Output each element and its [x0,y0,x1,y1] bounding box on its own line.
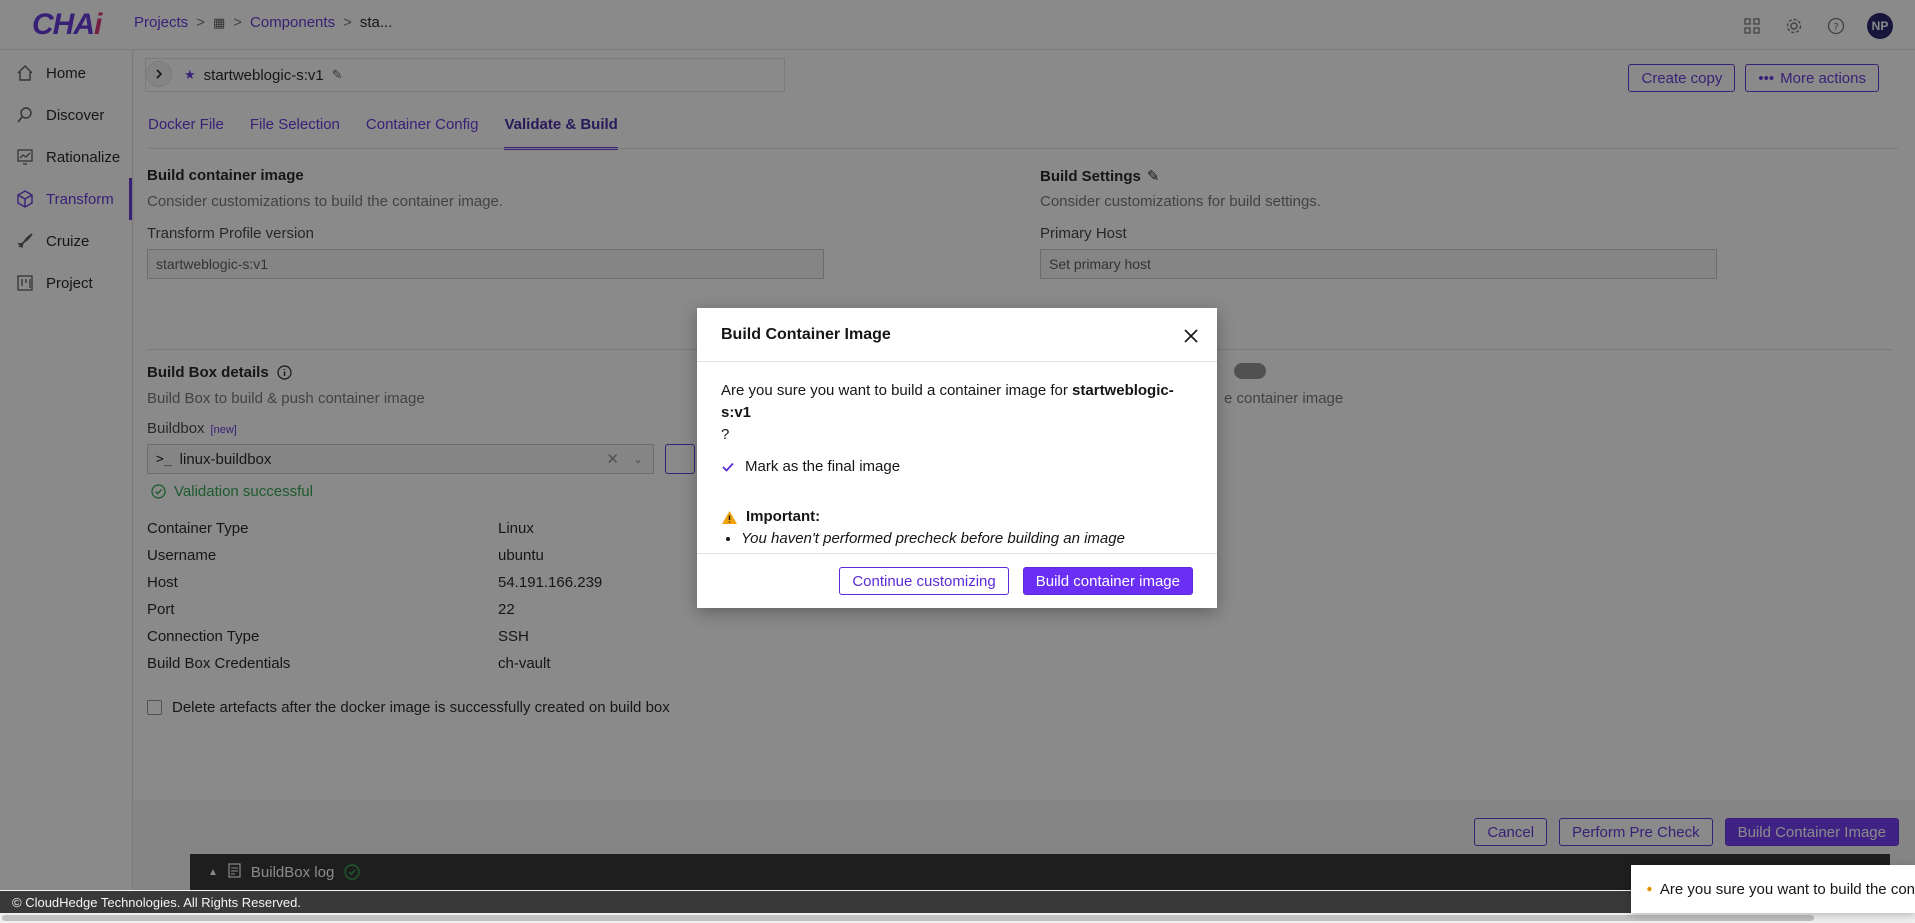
scrollbar-thumb[interactable] [2,915,1814,921]
continue-customizing-button[interactable]: Continue customizing [839,567,1009,595]
modal-title: Build Container Image [697,308,1217,362]
mark-final-label: Mark as the final image [745,458,901,475]
modal-question: Are you sure you want to build a contain… [721,380,1193,446]
horizontal-scrollbar[interactable] [0,913,1915,923]
confirm-build-button[interactable]: Build container image [1022,567,1193,595]
close-icon[interactable] [1183,328,1199,344]
warning-circle-icon [1647,886,1652,892]
build-container-modal: Build Container Image Are you sure you w… [697,308,1217,608]
warning-item: You haven't performed precheck before bu… [741,528,1193,550]
modal-question-text: Are you sure you want to build a contain… [721,382,1068,399]
confirmation-toast: Are you sure you want to build the con [1631,865,1915,913]
modal-footer: Continue customizing Build container ima… [697,553,1217,608]
modal-question-end: ? [721,426,730,443]
check-icon [722,462,734,472]
warning-icon [722,510,737,524]
important-label: Important: [746,508,821,525]
important-notice: Important: [721,506,1193,528]
warning-list: You haven't performed precheck before bu… [741,528,1193,550]
modal-body: Are you sure you want to build a contain… [697,362,1217,550]
copyright-bar: © CloudHedge Technologies. All Rights Re… [0,891,1915,913]
mark-final-option[interactable]: Mark as the final image [721,456,1193,478]
toast-text: Are you sure you want to build the con [1659,880,1915,898]
